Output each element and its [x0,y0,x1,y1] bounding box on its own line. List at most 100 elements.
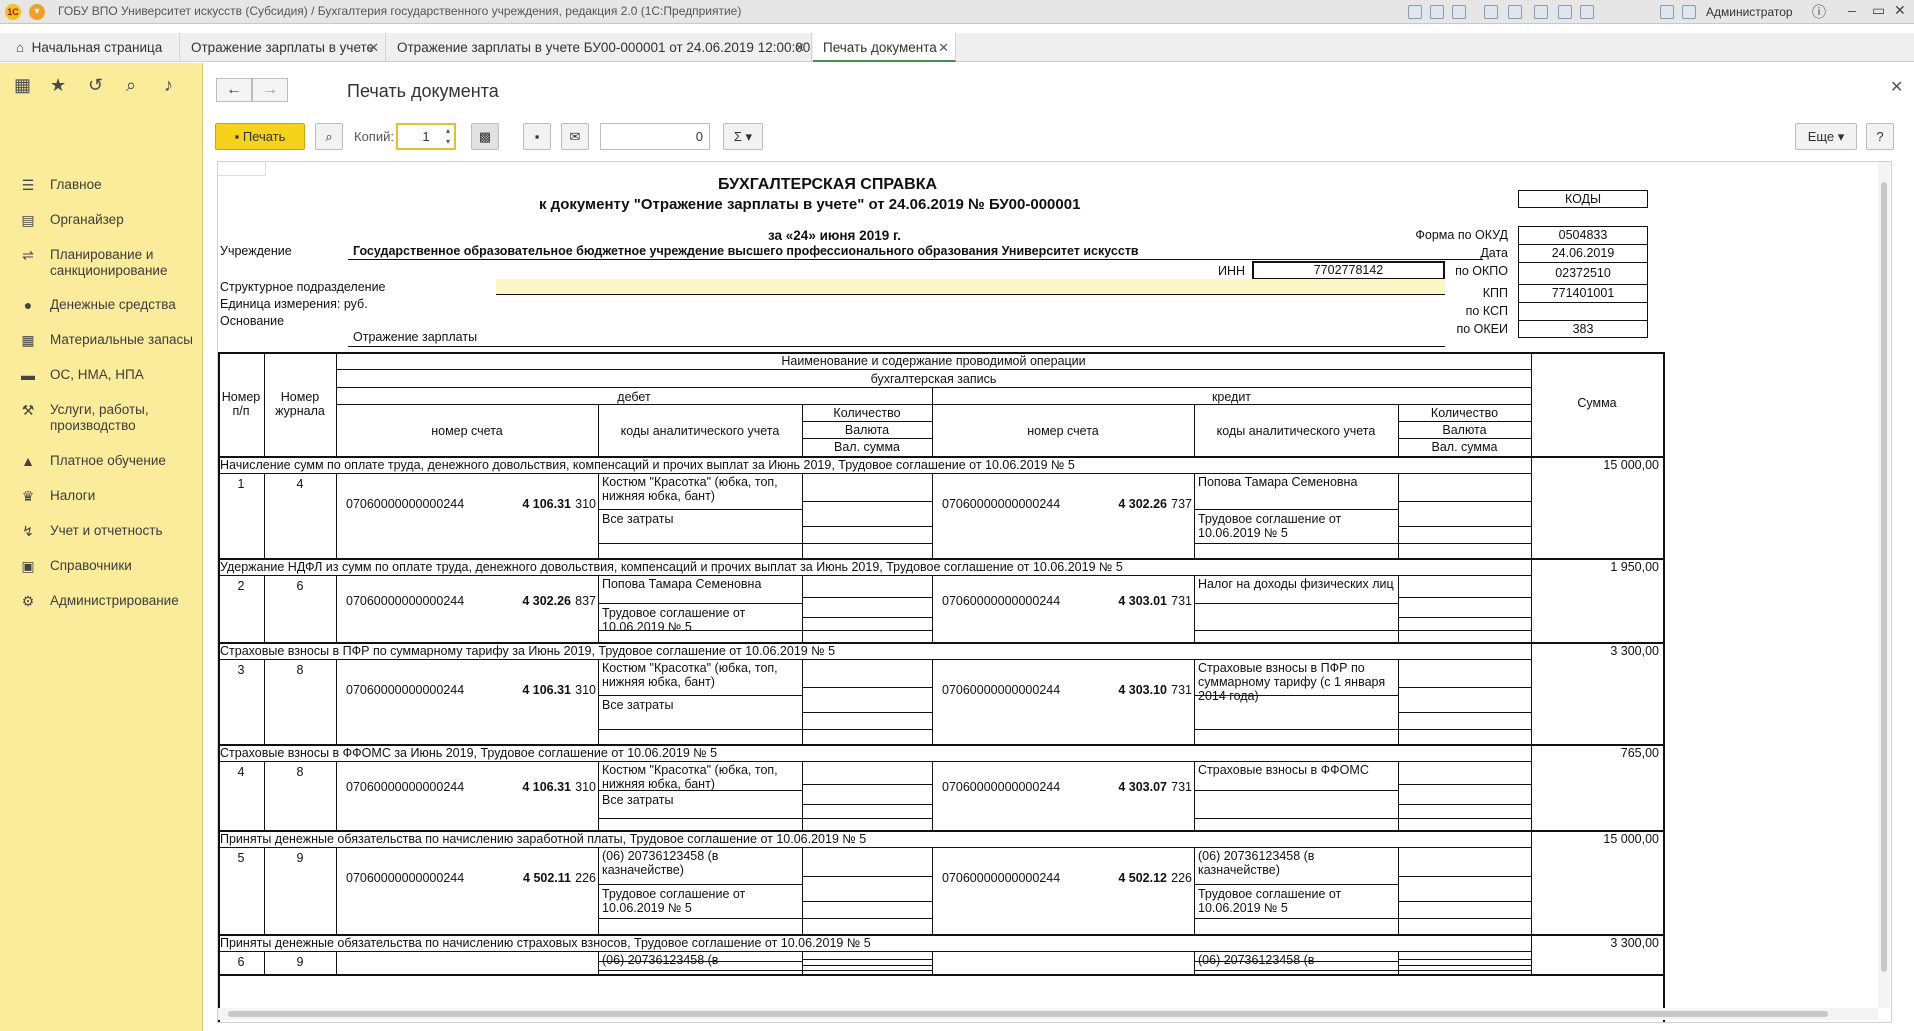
table-line [598,790,802,791]
code-value: 383 [1518,320,1648,338]
debit-code: 4 106.31 [522,683,571,697]
menu-icon: ☰ [21,177,35,193]
journal-number: 4 [296,477,304,491]
credit-account: 07060000000000244 [942,871,1061,885]
table-line [802,597,932,598]
gear-icon: ⚙ [21,593,35,609]
services-icon: ⚒ [21,402,35,418]
save-file-button[interactable]: ▪ [523,123,551,150]
close-icon[interactable]: ✕ [368,33,379,62]
tab-label: Отражение зарплаты в учете БУ00-000001 о… [397,40,811,55]
col-journal-header: Номер журнала [275,390,325,418]
table-line [802,876,932,877]
more-button[interactable]: Еще ▾ [1795,123,1857,150]
current-user[interactable]: Администратор [1706,5,1793,19]
table-line [598,884,802,885]
debit-account-header: номер счета [431,424,503,438]
history-icon[interactable]: ↺ [88,75,103,96]
table-line [1194,790,1398,791]
debit-analytic-2: Трудовое соглашение от 10.06.2019 № 5 [602,887,746,915]
favorites-icon[interactable] [1580,5,1594,19]
stepper-arrows-icon[interactable]: ▴ ▾ [446,125,450,147]
print-button[interactable]: ▪ Печать [215,123,305,150]
credit-analytic-header: коды аналитического учета [1216,424,1376,438]
help-button[interactable]: ? [1866,123,1894,150]
search-icon[interactable] [1660,5,1674,19]
journal-number: 8 [296,765,304,779]
calculator-icon[interactable] [1534,5,1548,19]
table-line [336,387,1531,388]
bell-icon[interactable]: ♪ [164,75,173,96]
back-button[interactable]: ← [216,78,252,102]
close-window-icon[interactable]: ✕ [1894,2,1906,19]
operation-description: Удержание НДФЛ из сумм по оплате труда, … [220,560,1123,574]
calendar-icon[interactable] [1558,5,1572,19]
close-form-icon[interactable]: ✕ [1890,77,1903,97]
vertical-scrollbar[interactable] [1878,162,1890,1008]
debit-code: 4 106.31 [522,497,571,511]
table-line [598,543,802,544]
debit-code: 4 502.11 [523,871,571,885]
table-line [1398,630,1531,631]
forward-button[interactable]: → [252,78,288,102]
codes-header: КОДЫ [1518,190,1648,208]
debit-account: 07060000000000244 [346,683,465,697]
close-icon[interactable]: ✕ [794,33,805,62]
sum-field[interactable]: 0 [600,123,710,150]
preview-icon[interactable] [1452,5,1466,19]
organizer-icon: ▤ [21,212,35,228]
maximize-icon[interactable]: ▭ [1872,2,1885,19]
send-mail-button[interactable]: ✉ [561,123,589,150]
tab-salary-document[interactable]: Отражение зарплаты в учете БУ00-000001 о… [387,33,812,62]
credit-kosgu: 731 [1171,780,1192,794]
table-line [802,761,803,830]
edit-toggle-button[interactable]: ▩ [471,123,499,150]
horizontal-scrollbar[interactable] [218,1008,1878,1020]
save-icon[interactable] [1408,5,1422,19]
table-line [802,421,932,422]
close-icon[interactable]: ✕ [938,33,949,62]
sigma-icon: Σ ▾ [733,129,753,144]
minimize-icon[interactable]: – [1848,2,1856,18]
table-line [1194,509,1398,510]
tab-salary-list[interactable]: Отражение зарплаты в учете ✕ [181,33,386,62]
main-menu-icon[interactable]: ▾ [29,4,45,20]
link-icon[interactable] [1484,5,1498,19]
table-line [598,729,802,730]
table-line [1398,526,1531,527]
panels-icon[interactable] [1682,5,1696,19]
debit-kosgu: 310 [575,497,596,511]
operation-description: Начисление сумм по оплате труда, денежно… [220,458,1075,472]
table-line [1194,659,1195,744]
debit-analytic-2: Все затраты [602,698,674,712]
apps-grid-icon[interactable]: ▦ [14,75,31,96]
table-line [336,473,337,558]
star-icon[interactable]: ★ [50,75,66,96]
inn-value: 7702778142 [1252,261,1445,280]
tab-print-document[interactable]: Печать документа ✕ [813,33,956,62]
debit-analytic-1: Костюм "Красотка" (юбка, топ, нижняя юбк… [602,763,778,791]
window-titlebar: 1С ▾ ГОБУ ВПО Университет искусств (Субс… [0,0,1914,24]
table-line [1194,970,1398,971]
tab-label: Начальная страница [31,40,163,55]
table-line [1398,438,1531,439]
debit-account: 07060000000000244 [346,871,465,885]
sum-button[interactable]: Σ ▾ [723,123,763,150]
copies-stepper[interactable]: 1 ▴ ▾ [396,123,456,150]
code-label: Дата [1480,246,1508,260]
tab-home[interactable]: ⌂ Начальная страница [0,33,180,62]
info-icon[interactable]: ⓘ [1812,2,1826,22]
preview-button[interactable]: ⌕ [315,123,343,150]
print-icon[interactable] [1430,5,1444,19]
table-line [1398,847,1399,934]
table-line [1663,352,1665,1022]
entry-header: бухгалтерская запись [870,372,997,386]
institution-name: Государственное образовательное бюджетно… [353,244,1139,258]
table-line [802,804,932,805]
credit-account-header: номер счета [1027,424,1099,438]
doc-subtitle: к документу "Отражение зарплаты в учете"… [539,196,1081,213]
mail-icon[interactable] [1508,5,1522,19]
credit-account: 07060000000000244 [942,683,1061,697]
table-line [1194,761,1195,830]
search-icon[interactable]: ⌕ [126,75,136,96]
